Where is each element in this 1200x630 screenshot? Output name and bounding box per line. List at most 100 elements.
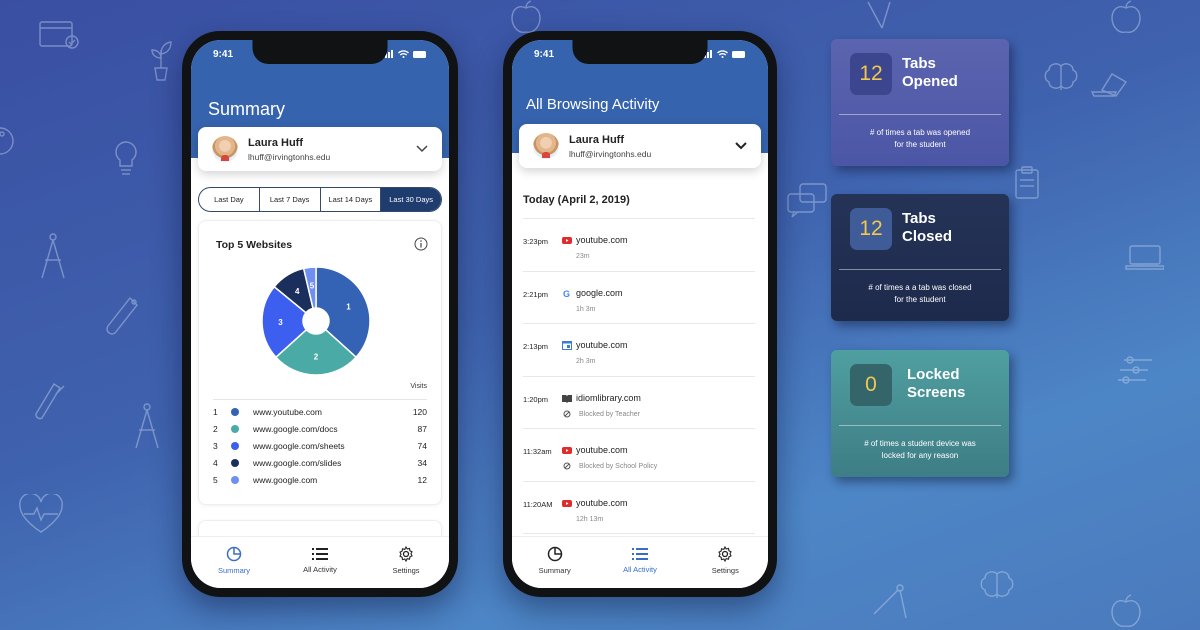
compass-icon [132,402,162,457]
summary-screen: 9:41 Summary Laura Huff lhuff@irvingtonh… [191,40,449,588]
activity-duration: 2h 3m [576,358,596,365]
chat-bubbles-icon [786,182,830,223]
range-last-14-days[interactable]: Last 14 Days [321,188,382,211]
pie-slice-label: 1 [346,303,351,312]
tab-settings[interactable]: Settings [366,546,446,575]
laptop-icon [1124,244,1165,277]
stat-title: Locked Screens [907,366,965,402]
student-name: Laura Huff [569,133,624,146]
activity-time: 3:23pm [523,237,549,246]
gear-icon [718,546,733,562]
activity-item[interactable]: 1:20pm idiomlibrary.com Blocked by Teach… [523,377,755,429]
activity-site: idiomlibrary.com [576,392,641,403]
tab-label: Settings [392,566,420,575]
activity-list: 3:23pm youtube.com 23m 2:21pm G google.c… [523,218,755,534]
activity-item[interactable]: 2:13pm youtube.com 2h 3m [523,324,755,377]
svg-text:G: G [563,289,570,298]
info-icon[interactable] [414,237,428,251]
browser-check-icon [38,18,82,55]
legend-rank: 5 [213,474,218,485]
tab-settings[interactable]: Settings [685,546,765,575]
range-last-day[interactable]: Last Day [199,188,260,211]
card-title: Top 5 Websites [216,239,293,251]
tab-all-activity[interactable]: All Activity [280,547,360,574]
activity-item[interactable]: 3:23pm youtube.com 23m [523,219,755,272]
compass-icon [860,0,900,35]
legend-row[interactable]: 4 www.google.com/slides 34 [213,454,427,471]
pie-slice-label: 5 [310,282,315,291]
tab-all-activity[interactable]: All Activity [600,547,680,574]
google-icon: G [563,289,570,298]
activity-item[interactable]: 11:32am youtube.com Blocked by School Po… [523,429,755,482]
tab-label: All Activity [303,565,337,574]
status-time: 9:41 [534,48,555,60]
top-websites-card: Top 5 Websites 12345 Visits 1 www.youtub… [198,220,442,505]
tab-label: All Activity [623,565,657,574]
stat-description: # of times a tab was opened for the stud… [869,128,971,149]
visits-column-label: Visits [410,383,427,390]
activity-site: youtube.com [576,445,628,455]
divider [839,425,1001,426]
student-selector[interactable]: Laura Huff lhuff@irvingtonhs.edu [198,127,442,171]
legend-row[interactable]: 1 www.youtube.com 120 [213,403,427,420]
pie-slice-label: 2 [314,353,319,362]
legend-site: www.youtube.com [253,406,322,417]
legend-rank: 3 [213,440,218,451]
legend-rank: 4 [213,457,218,468]
activity-duration: 23m [576,253,590,260]
avatar [212,136,238,162]
brain-icon [980,570,1014,607]
battery-icon [732,50,745,58]
youtube-icon [562,237,572,244]
legend-visits: 87 [417,423,427,434]
activity-time: 11:20AM [523,499,553,509]
stat-title-line1: Tabs [902,210,936,227]
stat-title-line2: Closed [902,228,953,245]
tab-summary[interactable]: Summary [194,546,274,575]
legend-site: www.google.com/docs [253,423,338,434]
activity-site: google.com [576,287,623,298]
chevron-down-icon[interactable] [416,145,428,153]
stat-title: Tabs Opened [902,55,958,91]
notch [252,40,388,64]
compass-icon [870,580,910,625]
test-tube-icon [102,294,142,343]
activity-time: 2:13pm [523,342,549,351]
legend-visits: 12 [417,474,427,485]
tab-label: Summary [217,566,251,575]
activity-item[interactable]: 11:20AM youtube.com 12h 13m [523,482,755,534]
page-title: All Browsing Activity [526,96,660,113]
phone-summary: 9:41 Summary Laura Huff lhuff@irvingtonh… [182,31,458,597]
activity-item[interactable]: 2:21pm G google.com 1h 3m [523,272,755,324]
brain-icon [1044,62,1078,99]
gear-icon [399,546,413,562]
laptop-icon [1090,70,1130,105]
status-time: 9:41 [213,48,234,60]
legend-row[interactable]: 5 www.google.com 12 [213,471,427,488]
legend-row[interactable]: 2 www.google.com/docs 87 [213,420,427,437]
plant-icon [148,40,174,87]
apple-icon [1110,0,1142,41]
chevron-down-icon[interactable] [735,142,747,150]
stat-title-line1: Locked [907,366,960,383]
legend-row[interactable]: 3 www.google.com/sheets 74 [213,437,427,454]
stat-card-tabs-opened: 12 Tabs Opened # of times a tab was open… [831,39,1009,166]
pie-chart-icon [547,546,562,562]
stat-title-line2: Screens [907,384,966,401]
legend-rank: 1 [213,406,218,417]
legend-visits: 120 [412,406,427,417]
bottom-tab-bar: Summary All Activity Settings [191,536,449,588]
tab-summary[interactable]: Summary [515,546,595,575]
range-last-30-days[interactable]: Last 30 Days [381,188,441,211]
legend-rank: 2 [213,423,218,434]
stat-title: Tabs Closed [902,210,952,246]
student-selector[interactable]: Laura Huff lhuff@irvingtonhs.edu [519,124,761,168]
lightbulb-icon [114,140,138,185]
pie-slice-label: 3 [278,318,283,327]
heart-rate-icon [18,492,64,539]
pie-chart-icon [226,546,242,562]
activity-time: 1:20pm [523,394,549,404]
range-last-7-days[interactable]: Last 7 Days [260,188,321,211]
stat-value: 0 [850,364,892,406]
list-icon [312,548,328,560]
